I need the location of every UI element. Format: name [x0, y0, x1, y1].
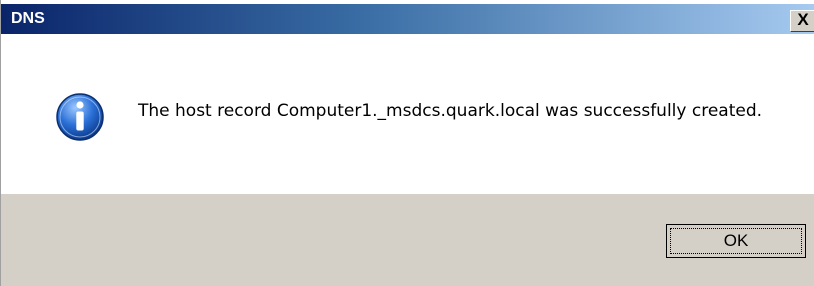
ok-button-label: OK [723, 231, 749, 250]
message-text: The host record Computer1._msdcs.quark.l… [138, 101, 763, 121]
information-icon [56, 93, 104, 141]
window-title: DNS [11, 10, 45, 27]
dns-message-dialog: DNS X The host record Computer1._msdcs.q… [0, 0, 814, 286]
close-button[interactable]: X [790, 10, 814, 32]
close-icon: X [797, 10, 809, 29]
title-bar[interactable]: DNS X [1, 4, 814, 34]
message-area: The host record Computer1._msdcs.quark.l… [1, 34, 814, 194]
ok-button[interactable]: OK [666, 224, 806, 258]
button-bar: OK [1, 194, 814, 286]
